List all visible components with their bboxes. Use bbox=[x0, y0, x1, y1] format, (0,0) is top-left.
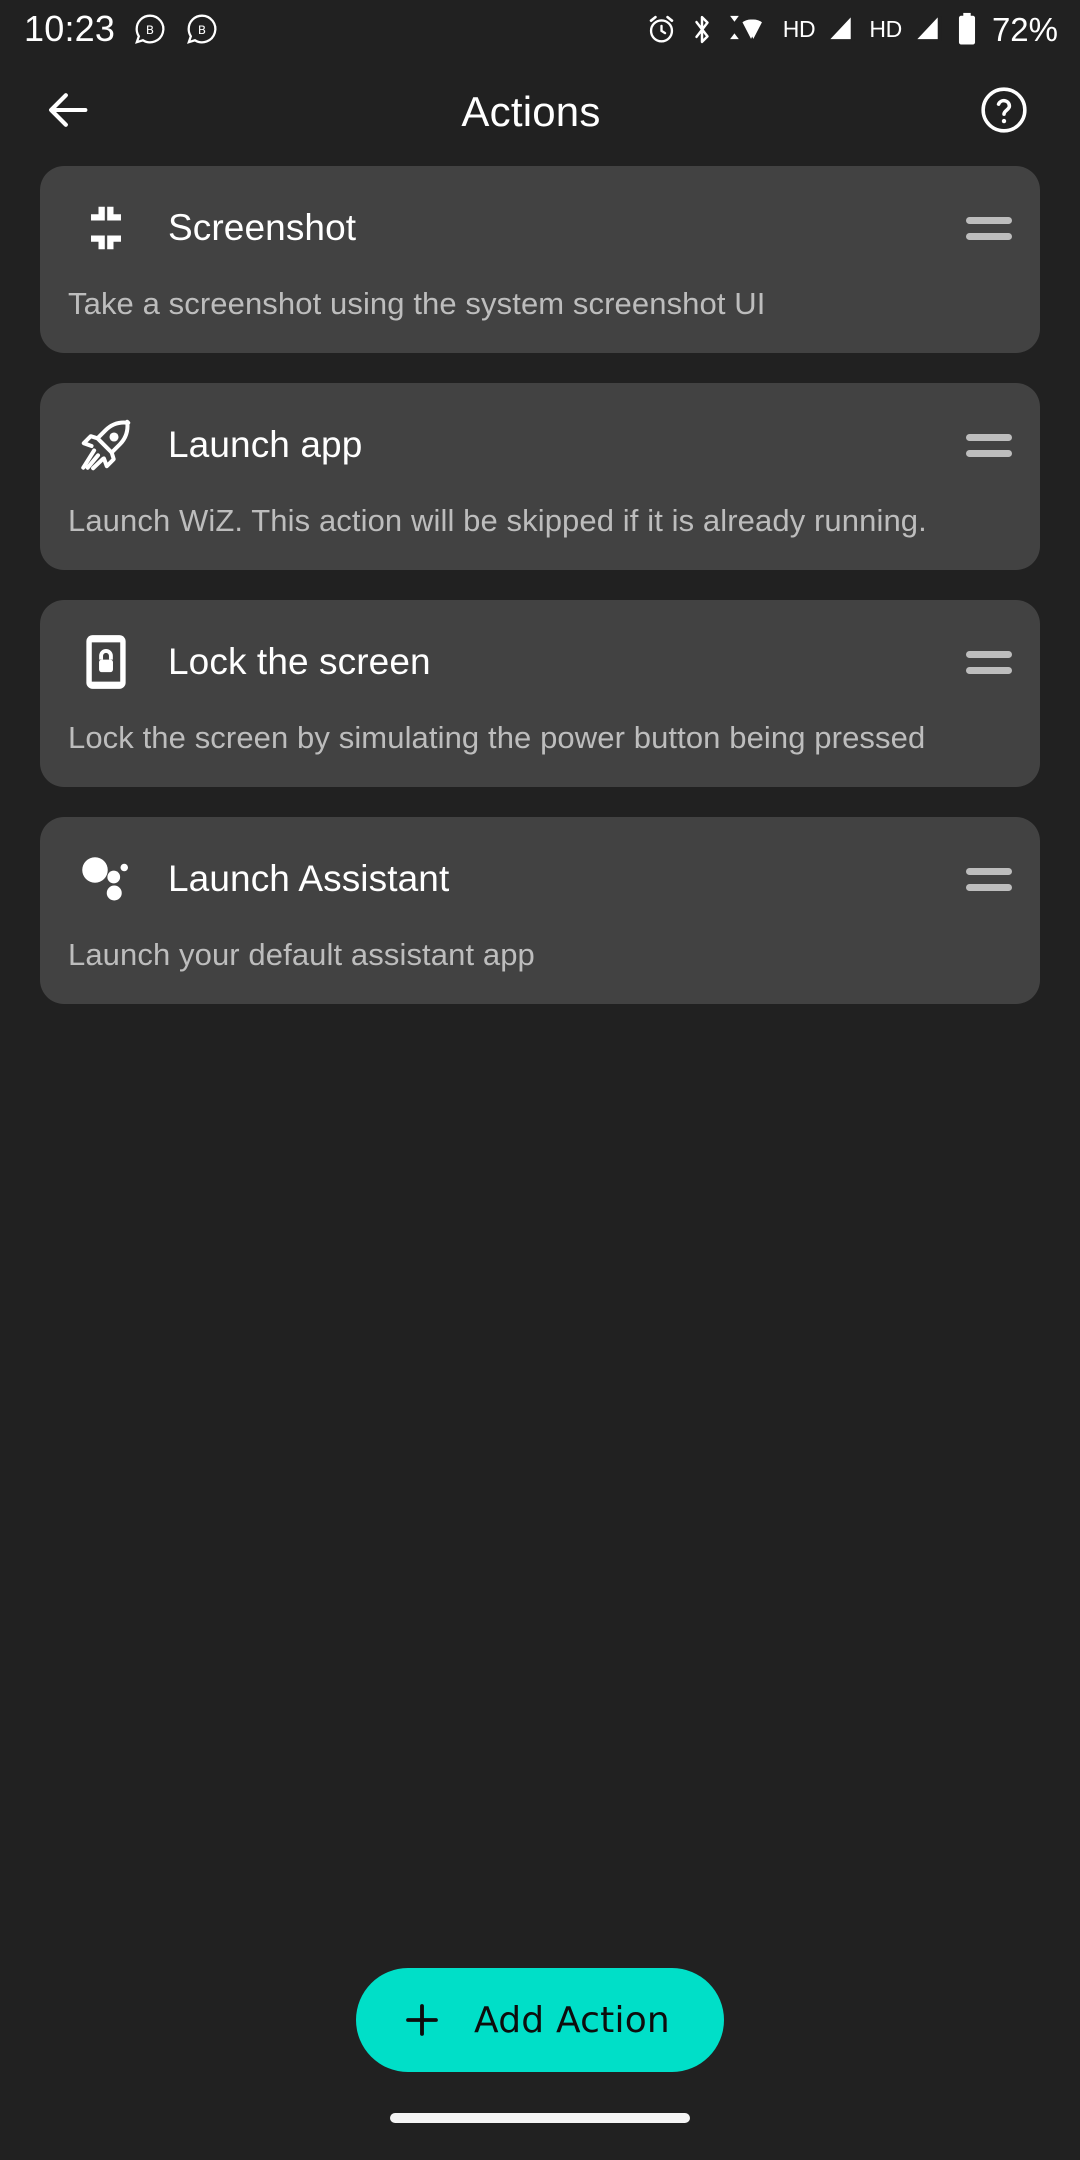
action-card-screenshot[interactable]: Screenshot Take a screenshot using the s… bbox=[40, 166, 1040, 353]
drag-handle-icon[interactable] bbox=[966, 208, 1012, 248]
action-card-launch-assistant[interactable]: Launch Assistant Launch your default ass… bbox=[40, 817, 1040, 1004]
bluetooth-icon bbox=[689, 13, 715, 46]
hd-label: HD bbox=[783, 18, 816, 41]
add-action-label: Add Action bbox=[474, 2000, 670, 2041]
signal-icon bbox=[913, 14, 945, 44]
action-title: Launch Assistant bbox=[168, 858, 966, 900]
drag-handle-bar bbox=[966, 868, 1012, 875]
svg-text:B: B bbox=[198, 23, 206, 37]
action-title: Lock the screen bbox=[168, 641, 966, 683]
action-description: Take a screenshot using the system scree… bbox=[68, 284, 1012, 323]
drag-handle-bar bbox=[966, 884, 1012, 891]
drag-handle-bar bbox=[966, 233, 1012, 240]
svg-text:B: B bbox=[146, 23, 154, 37]
help-circle-icon bbox=[979, 85, 1029, 140]
alarm-icon bbox=[645, 13, 678, 46]
assistant-icon bbox=[68, 843, 144, 915]
action-description: Launch WiZ. This action will be skipped … bbox=[68, 501, 1012, 540]
back-button[interactable] bbox=[20, 64, 116, 160]
rocket-icon bbox=[68, 409, 144, 481]
drag-handle-bar bbox=[966, 667, 1012, 674]
bubble-b-icon: B bbox=[185, 12, 219, 46]
signal-icon bbox=[826, 14, 858, 44]
status-bar-right: HD HD 72% bbox=[645, 12, 1058, 46]
wifi-icon bbox=[726, 13, 772, 45]
battery-percentage: 72% bbox=[992, 13, 1058, 46]
phone-lock-icon bbox=[68, 626, 144, 698]
drag-handle-icon[interactable] bbox=[966, 425, 1012, 465]
action-description: Lock the screen by simulating the power … bbox=[68, 718, 1012, 757]
action-title: Launch app bbox=[168, 424, 966, 466]
page-title: Actions bbox=[106, 88, 956, 136]
drag-handle-bar bbox=[966, 217, 1012, 224]
action-card-launch-app[interactable]: Launch app Launch WiZ. This action will … bbox=[40, 383, 1040, 570]
drag-handle-bar bbox=[966, 450, 1012, 457]
fab-container: Add Action bbox=[0, 1968, 1080, 2072]
arrow-left-icon bbox=[42, 84, 94, 141]
action-card-lock-screen[interactable]: Lock the screen Lock the screen by simul… bbox=[40, 600, 1040, 787]
help-button[interactable] bbox=[956, 64, 1052, 160]
bubble-b-icon: B bbox=[133, 12, 167, 46]
card-header: Launch Assistant bbox=[68, 843, 1012, 915]
screenshot-icon bbox=[68, 192, 144, 264]
action-description: Launch your default assistant app bbox=[68, 935, 1012, 974]
action-list: Screenshot Take a screenshot using the s… bbox=[0, 166, 1080, 1034]
add-action-button[interactable]: Add Action bbox=[356, 1968, 724, 2072]
card-header: Lock the screen bbox=[68, 626, 1012, 698]
plus-icon bbox=[400, 1998, 444, 2042]
system-navigation-bar bbox=[0, 2076, 1080, 2160]
drag-handle-bar bbox=[966, 434, 1012, 441]
drag-handle-icon[interactable] bbox=[966, 642, 1012, 682]
card-header: Launch app bbox=[68, 409, 1012, 481]
card-header: Screenshot bbox=[68, 192, 1012, 264]
status-bar-clock: 10:23 bbox=[24, 11, 115, 47]
drag-handle-icon[interactable] bbox=[966, 859, 1012, 899]
status-bar-left: 10:23 B B bbox=[24, 11, 219, 47]
hd-label: HD bbox=[869, 18, 902, 41]
home-gesture-pill[interactable] bbox=[390, 2113, 690, 2123]
action-title: Screenshot bbox=[168, 207, 966, 249]
battery-icon bbox=[956, 12, 978, 46]
drag-handle-bar bbox=[966, 651, 1012, 658]
status-bar: 10:23 B B bbox=[0, 0, 1080, 58]
app-bar: Actions bbox=[0, 58, 1080, 166]
